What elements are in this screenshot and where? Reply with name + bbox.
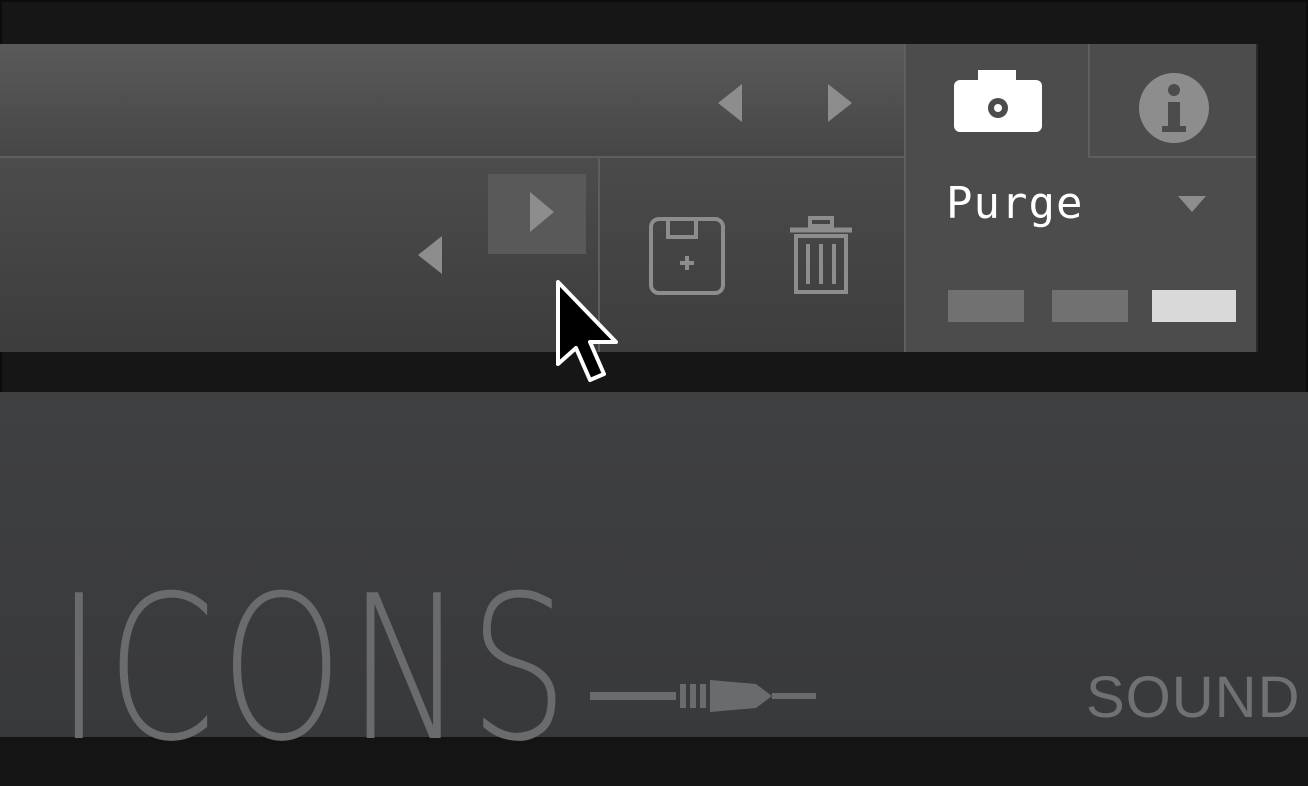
info-button[interactable]: [1138, 72, 1210, 144]
arrow-right-icon: [530, 192, 554, 232]
preset-prev-button[interactable]: [418, 236, 444, 274]
trash-icon: [790, 216, 852, 294]
arrow-left-icon: [418, 236, 442, 274]
divider: [1090, 156, 1256, 158]
purge-dropdown-button[interactable]: [1178, 196, 1206, 212]
camera-icon: [954, 70, 1042, 132]
arrow-left-icon: [718, 84, 742, 122]
preset-actions: [600, 158, 904, 352]
level-indicator[interactable]: [1052, 290, 1128, 322]
instrument-row: [0, 44, 904, 156]
logo: ICONS: [56, 553, 573, 786]
mouse-cursor-icon: [556, 280, 618, 382]
chevron-down-icon: [1178, 196, 1206, 212]
save-icon: [649, 217, 725, 295]
instrument-next-button[interactable]: [826, 84, 852, 122]
level-indicator-active[interactable]: [1152, 290, 1236, 322]
brand-tagline: SOUND: [1086, 665, 1301, 730]
level-indicator[interactable]: [948, 290, 1024, 322]
arrow-right-icon: [828, 84, 852, 122]
instrument-prev-button[interactable]: [718, 84, 744, 122]
purge-dropdown-label[interactable]: Purge: [946, 178, 1083, 229]
save-preset-button[interactable]: [648, 216, 726, 296]
info-icon: [1139, 73, 1209, 143]
delete-preset-button[interactable]: [788, 216, 854, 296]
preset-next-button[interactable]: [488, 174, 586, 254]
cable-plug-icon: [590, 680, 816, 712]
snapshot-button[interactable]: [952, 70, 1044, 134]
divider: [1088, 44, 1090, 158]
